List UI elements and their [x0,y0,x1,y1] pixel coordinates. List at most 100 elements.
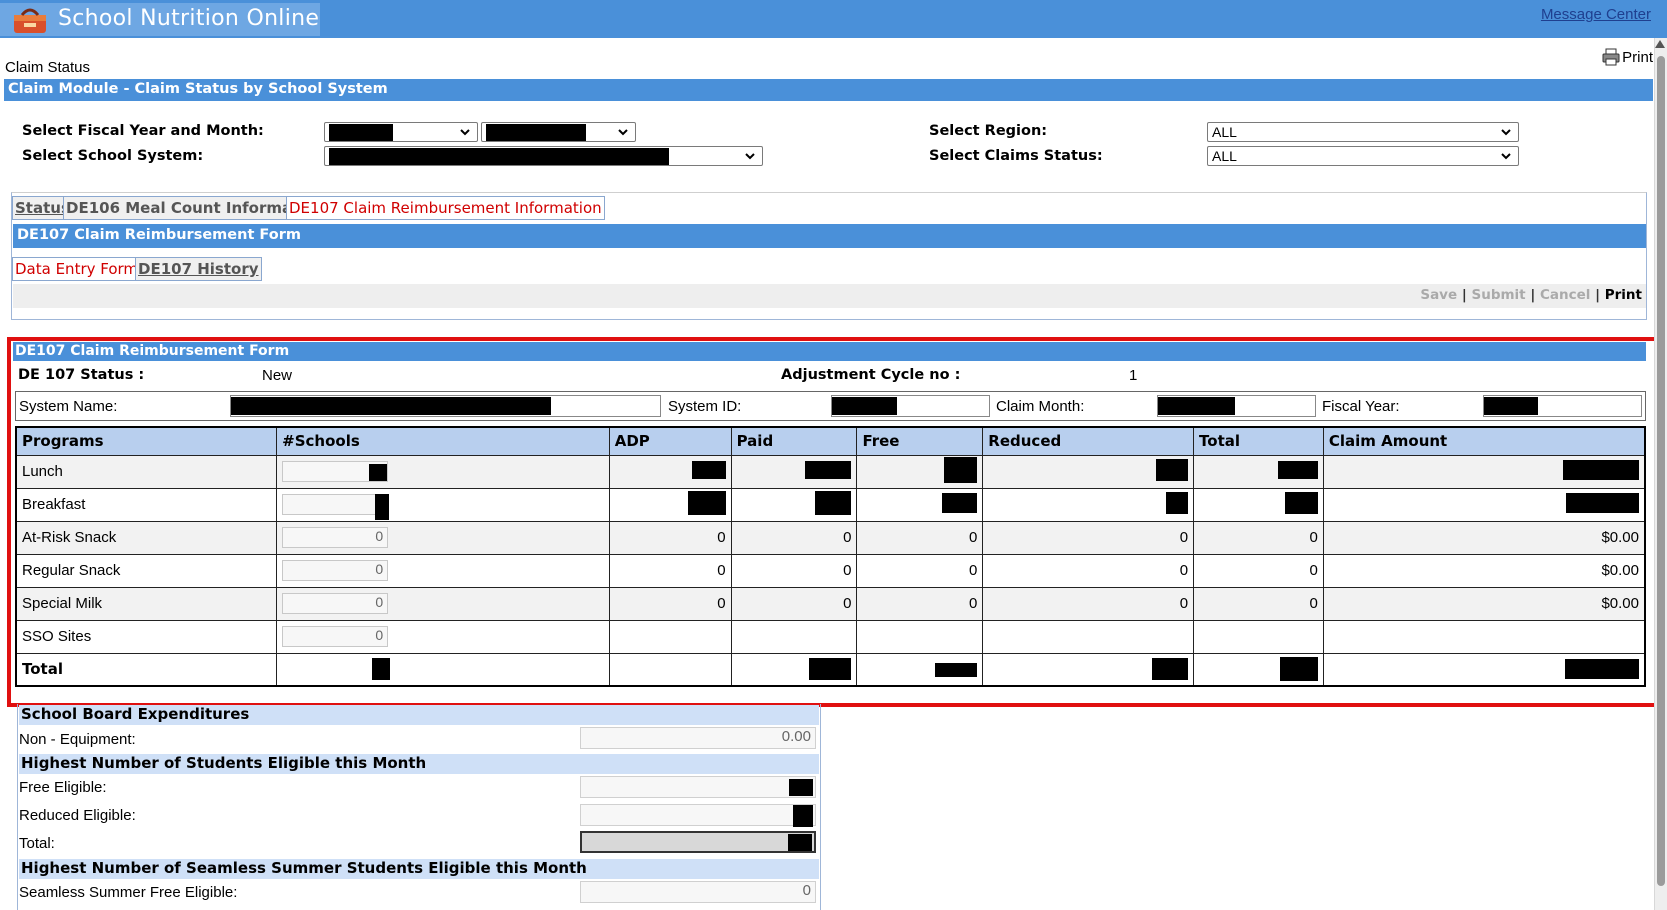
eligible-title: Highest Number of Students Eligible this… [19,754,819,774]
redacted-value [793,805,813,827]
redacted-value [1166,491,1189,514]
redacted-value [815,490,852,515]
system-name-label: System Name: [19,398,118,415]
amount-cell: $0.00 [1322,553,1646,588]
adp-cell [608,619,732,654]
paid-cell: 0 [730,586,858,621]
chevron-down-icon [618,129,628,136]
schools-input[interactable] [282,461,389,482]
expenditures-title: School Board Expenditures [19,705,819,725]
schools-cell: 0 [276,619,610,654]
schools-input[interactable]: 0 [282,626,389,647]
non-equipment-input[interactable]: 0.00 [580,727,816,749]
chevron-down-icon [1501,153,1511,160]
col-header[interactable]: Reduced [982,426,1195,456]
total-cell [1193,454,1324,489]
subtab-data-entry-form[interactable]: Data Entry Form [12,257,142,281]
col-header[interactable]: ADP [608,426,732,456]
redacted-value [687,490,726,515]
amount-cell: $0.00 [1322,520,1646,555]
col-header[interactable]: Paid [730,426,858,456]
chevron-down-icon [460,129,470,136]
redacted-value [1277,460,1318,479]
amount-cell [1322,454,1646,489]
schools-cell [276,454,610,489]
fiscal-year-field-label: Fiscal Year: [1322,398,1400,415]
reduced-cell [982,619,1195,654]
panel-title: DE107 Claim Reimbursement Form [13,224,1646,248]
save-button[interactable]: Save [1420,287,1457,303]
col-header[interactable]: Free [856,426,984,456]
reduced-cell: 0 [982,586,1195,621]
free-cell: 0 [856,586,984,621]
amount-cell [1322,619,1646,654]
total-eligible-input[interactable] [580,831,816,853]
redacted-value [1158,397,1235,415]
region-select[interactable]: ALL [1207,122,1519,142]
cancel-button[interactable]: Cancel [1540,287,1590,303]
action-bar: Save | Submit | Cancel | Print [13,284,1646,308]
schools-input[interactable]: 0 [282,527,389,548]
scroll-thumb[interactable] [1657,56,1665,886]
redacted-value [369,464,388,481]
page-title: Claim Status [5,59,91,76]
vertical-scrollbar[interactable] [1654,38,1667,910]
print-action-button[interactable]: Print [1605,287,1642,303]
col-header[interactable]: Programs [15,426,278,456]
adp-cell: 0 [608,586,732,621]
claims-status-value: ALL [1212,148,1237,164]
redacted-value [372,658,391,681]
redacted-value [788,834,812,851]
seamless-free-input[interactable]: 0 [580,881,816,903]
table-row: Lunch [15,454,1646,489]
adp-cell [608,454,732,489]
col-header[interactable]: Total [1193,426,1324,456]
paid-cell [730,487,858,522]
scroll-up-icon[interactable] [1655,40,1665,48]
status-value: New [262,367,293,384]
total-cell [1193,487,1324,522]
reduced-cell [982,454,1195,489]
reduced-total-cell [982,652,1195,687]
school-system-select[interactable] [324,146,763,166]
col-header[interactable]: Claim Amount [1322,426,1646,456]
chevron-down-icon [1501,129,1511,136]
system-id-field[interactable] [831,395,990,417]
logo[interactable]: School Nutrition Online [0,3,320,36]
schools-cell: 0 [276,553,610,588]
tab-de107-claim-reimbursement[interactable]: DE107 Claim Reimbursement Information [286,196,605,220]
reduced-eligible-input[interactable] [580,804,816,827]
status-label: DE 107 Status : [18,367,145,383]
redacted-value [1152,658,1189,681]
free-cell: 0 [856,553,984,588]
table-total-row: Total [15,652,1646,687]
schools-input[interactable]: 0 [282,560,389,581]
col-header[interactable]: #Schools [276,426,610,456]
redacted-value [329,123,393,141]
message-center-link[interactable]: Message Center [1541,6,1651,23]
fiscal-month-select[interactable] [481,122,636,142]
system-name-field[interactable] [230,395,661,417]
table-row: SSO Sites 0 [15,619,1646,654]
redacted-value [1156,458,1189,481]
school-system-label: Select School System: [22,148,204,164]
claim-month-field[interactable] [1157,395,1316,417]
redacted-value [231,397,551,415]
free-cell [856,619,984,654]
submit-button[interactable]: Submit [1471,287,1525,303]
fiscal-year-field[interactable] [1483,395,1642,417]
claims-status-select[interactable]: ALL [1207,146,1519,166]
schools-input[interactable] [282,494,390,520]
print-button[interactable]: Print [1601,47,1653,67]
free-eligible-input[interactable] [580,776,816,798]
schools-input[interactable]: 0 [282,593,389,614]
table-row: Breakfast [15,487,1646,522]
program-name: At-Risk Snack [15,520,278,555]
program-name: Regular Snack [15,553,278,588]
system-id-label: System ID: [668,398,742,415]
subtab-de107-history[interactable]: DE107 History [135,257,262,281]
fiscal-year-select[interactable] [324,122,478,142]
redacted-value [1565,659,1639,680]
reduced-cell: 0 [982,520,1195,555]
form-title: DE107 Claim Reimbursement Form [13,342,1646,361]
